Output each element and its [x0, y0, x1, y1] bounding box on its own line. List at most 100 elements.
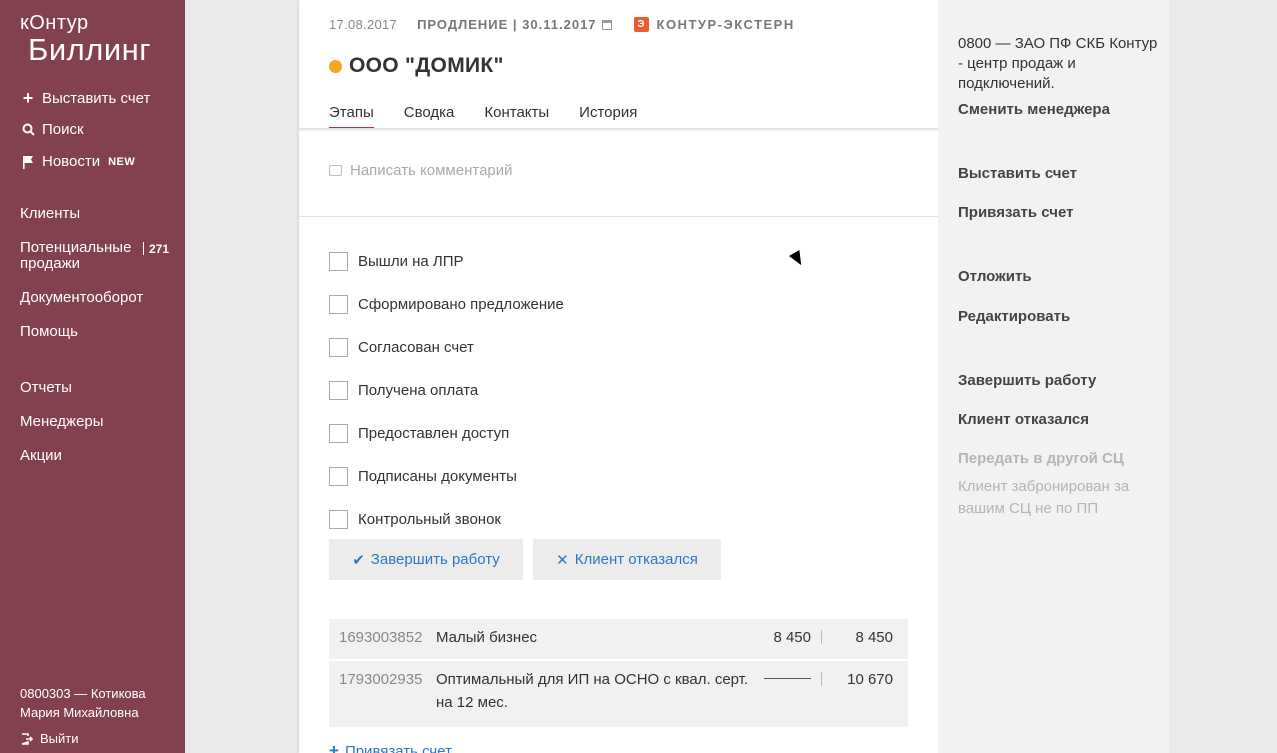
- nav-clients-label: Клиенты: [20, 205, 81, 222]
- bind-invoice-action[interactable]: Привязать счет: [958, 204, 1073, 221]
- nav-create-invoice[interactable]: + Выставить счет: [20, 88, 151, 109]
- checkbox[interactable]: [329, 467, 348, 486]
- client-title: ООО "ДОМИК": [329, 54, 504, 78]
- change-manager-link[interactable]: Сменить менеджера: [958, 101, 1110, 118]
- product-name: КОНТУР-ЭКСТЕРН: [656, 17, 795, 32]
- checklist-item-label: Получена оплата: [358, 382, 479, 399]
- bill-sum: 8 450: [752, 619, 822, 659]
- nav-potential-sales[interactable]: Потенциальные продажи 271: [20, 240, 180, 272]
- right-panel: 0800 — ЗАО ПФ СКБ Контур - центр продаж …: [938, 0, 1169, 753]
- tab-history[interactable]: История: [579, 104, 637, 129]
- nav-reports[interactable]: Отчеты: [20, 379, 72, 396]
- calendar-icon[interactable]: [601, 19, 612, 30]
- tab-stages[interactable]: Этапы: [329, 104, 374, 129]
- bill-id: 1693003852: [339, 629, 423, 646]
- bill-id: 1793002935: [339, 671, 423, 688]
- client-rejected-link[interactable]: Клиент отказался: [958, 411, 1089, 428]
- nav-help-label: Помощь: [20, 323, 78, 340]
- status-dot-icon: [329, 59, 342, 73]
- plus-icon: +: [22, 88, 34, 108]
- logout-icon: [20, 732, 34, 745]
- search-icon: [20, 123, 36, 136]
- checklist-item[interactable]: Вышли на ЛПР: [329, 240, 564, 283]
- nav-news-label: Новости: [42, 153, 101, 170]
- checklist-item-label: Вышли на ЛПР: [358, 253, 464, 270]
- edit-link[interactable]: Редактировать: [958, 308, 1070, 325]
- postpone-link[interactable]: Отложить: [958, 268, 1032, 285]
- check-icon: ✔: [352, 551, 365, 569]
- checklist-item[interactable]: Контрольный звонок: [329, 498, 564, 541]
- logo-top-text: кОнтур: [20, 12, 89, 34]
- potential-sales-count: 271: [143, 241, 169, 257]
- manager-info: 0800 — ЗАО ПФ СКБ Контур - центр продаж …: [958, 35, 1158, 92]
- checklist-item-label: Предоставлен доступ: [358, 425, 510, 442]
- nav-docflow[interactable]: Документооборот: [20, 289, 143, 306]
- checkbox[interactable]: [329, 295, 348, 314]
- nav-help[interactable]: Помощь: [20, 323, 78, 340]
- logout-label: Выйти: [40, 731, 79, 746]
- news-new-badge: NEW: [108, 155, 136, 168]
- comment-icon: [329, 165, 342, 176]
- checklist-item-label: Контрольный звонок: [358, 511, 501, 528]
- nav-reports-label: Отчеты: [20, 379, 72, 396]
- card-date: 17.08.2017: [329, 17, 398, 32]
- bill-total: 8 450: [855, 629, 893, 646]
- finish-work-button[interactable]: ✔ Завершить работу: [329, 539, 523, 580]
- nav-clients[interactable]: Клиенты: [20, 205, 80, 222]
- nav-docflow-label: Документооборот: [20, 289, 144, 306]
- nav-search[interactable]: Поиск: [20, 121, 84, 138]
- nav-search-label: Поиск: [42, 121, 84, 138]
- client-card: 17.08.2017 ПРОДЛЕНИЕ | 30.11.2017 Э КОНТ…: [299, 0, 938, 753]
- nav-promotions[interactable]: Акции: [20, 447, 62, 464]
- checklist-item[interactable]: Подписаны документы: [329, 455, 564, 498]
- checklist-item[interactable]: Предоставлен доступ: [329, 412, 564, 455]
- nav-potential-sales-label: Потенциальные продажи: [20, 239, 132, 272]
- stages-checklist: Вышли на ЛПР Сформировано предложение Со…: [329, 240, 564, 541]
- comment-input[interactable]: Написать комментарий: [329, 162, 513, 179]
- checklist-item[interactable]: Согласован счет: [329, 326, 564, 369]
- client-rejected-button[interactable]: ✕ Клиент отказался: [533, 539, 721, 580]
- comment-placeholder: Написать комментарий: [350, 162, 513, 179]
- tab-summary[interactable]: Сводка: [404, 104, 455, 129]
- checkbox[interactable]: [329, 424, 348, 443]
- tabs-divider: [299, 128, 938, 132]
- bind-invoice-label: Привязать счет: [344, 742, 452, 753]
- tab-contacts[interactable]: Контакты: [484, 104, 549, 129]
- bills-table: 1693003852 Малый бизнес 8 450 8 450 1793…: [329, 619, 908, 729]
- table-row[interactable]: 1693003852 Малый бизнес 8 450 8 450: [329, 619, 908, 659]
- checklist-item[interactable]: Сформировано предложение: [329, 283, 564, 326]
- checkbox[interactable]: [329, 381, 348, 400]
- bind-invoice-link[interactable]: + Привязать счет: [329, 741, 452, 753]
- checkbox[interactable]: [329, 338, 348, 357]
- logout-link[interactable]: Выйти: [20, 731, 79, 746]
- checklist-item-label: Подписаны документы: [358, 468, 517, 485]
- card-tabs: Этапы Сводка Контакты История: [329, 104, 667, 129]
- create-invoice-link[interactable]: Выставить счет: [958, 165, 1077, 182]
- nav-create-invoice-label: Выставить счет: [42, 90, 151, 107]
- checklist-item[interactable]: Получена оплата: [329, 369, 564, 412]
- flag-icon: [20, 155, 36, 169]
- plus-icon: +: [329, 741, 339, 753]
- current-user: 0800303 — Котикова Мария Михайловна: [20, 684, 146, 722]
- client-name: ООО "ДОМИК": [349, 54, 504, 77]
- checkbox[interactable]: [329, 252, 348, 271]
- user-line-2: Мария Михайловна: [20, 705, 139, 720]
- comment-divider: [299, 216, 938, 217]
- sidebar: кОнтур Биллинг + Выставить счет Поиск Но…: [0, 0, 185, 753]
- client-rejected-label: Клиент отказался: [574, 551, 698, 568]
- table-row[interactable]: 1793002935 Оптимальный для ИП на ОСНО с …: [329, 661, 908, 727]
- nav-promotions-label: Акции: [20, 447, 62, 464]
- nav-managers-label: Менеджеры: [20, 413, 104, 430]
- finish-work-link[interactable]: Завершить работу: [958, 372, 1096, 389]
- checkbox[interactable]: [329, 510, 348, 529]
- user-line-1: 0800303 — Котикова: [20, 686, 146, 701]
- close-icon: ✕: [556, 551, 569, 569]
- logo-bottom-text: Биллинг: [28, 32, 152, 67]
- nav-news[interactable]: Новости NEW: [20, 153, 135, 170]
- bill-name: Оптимальный для ИП на ОСНО с квал. серт.…: [436, 671, 749, 711]
- bill-total: 10 670: [847, 671, 893, 688]
- transfer-sc-link-disabled: Передать в другой СЦ: [958, 450, 1124, 467]
- bill-name: Малый бизнес: [436, 629, 538, 646]
- nav-managers[interactable]: Менеджеры: [20, 413, 104, 430]
- logo[interactable]: кОнтур Биллинг: [20, 12, 151, 66]
